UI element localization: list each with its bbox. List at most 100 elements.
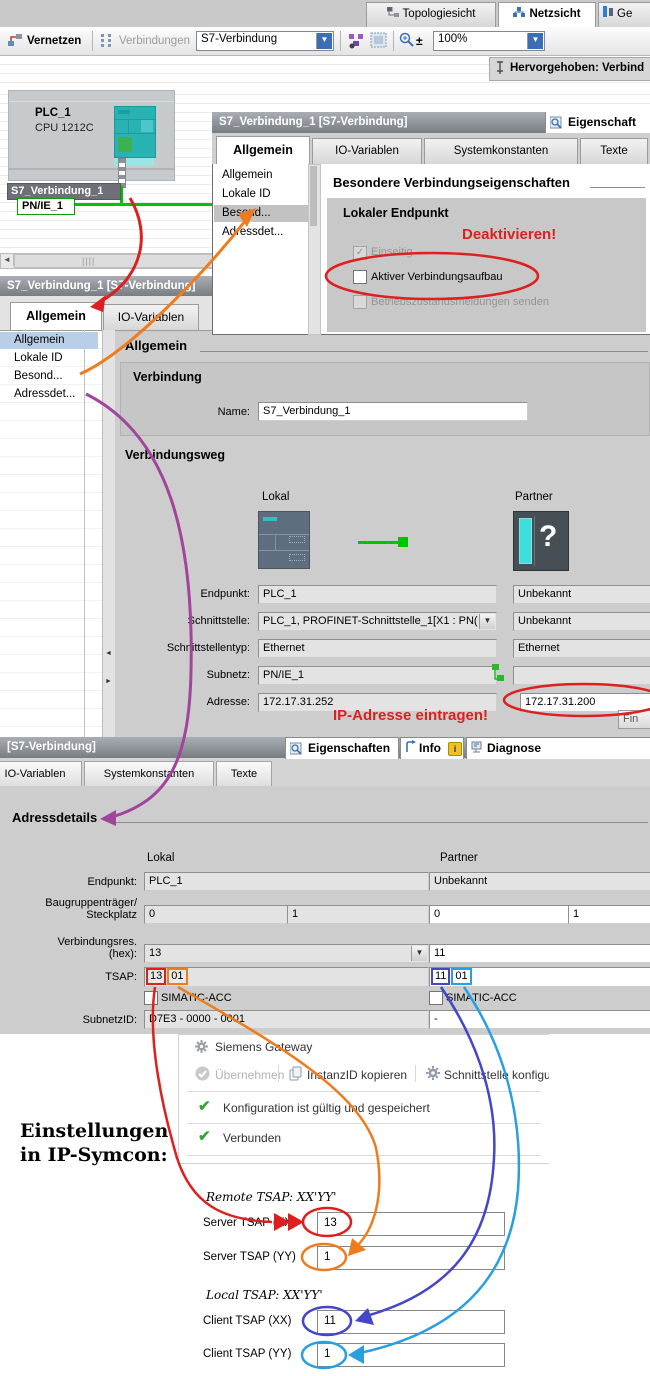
chevron-down-icon[interactable]: ▼ bbox=[316, 33, 332, 49]
remote-tsap-heading: Remote TSAP: XX'YY' bbox=[206, 1190, 336, 1204]
details-tab-texte[interactable]: Texte bbox=[216, 761, 272, 786]
overlay-properties-tab[interactable]: Eigenschaft bbox=[545, 112, 650, 133]
chevron-down-icon[interactable]: ▼ bbox=[527, 33, 543, 49]
name-input[interactable]: S7_Verbindung_1 bbox=[258, 402, 528, 421]
details-tab-eigenschaften[interactable]: Eigenschaften bbox=[285, 737, 399, 759]
zoom-level-dropdown[interactable]: 100% ▼ bbox=[433, 31, 545, 51]
apply-button[interactable]: Übernehmen bbox=[215, 1068, 284, 1082]
scroll-left-arrow[interactable]: ◄ bbox=[1, 254, 14, 266]
client-tsap-yy-input[interactable]: 1 bbox=[317, 1343, 505, 1367]
sidebar-item-besond[interactable]: Besond... bbox=[0, 368, 98, 385]
subnetz-local-field[interactable]: PN/IE_1 bbox=[258, 666, 497, 685]
subnetz-partner-field[interactable] bbox=[513, 666, 650, 685]
overlay-tab-texte[interactable]: Texte bbox=[580, 138, 648, 164]
connection-line-node bbox=[398, 537, 408, 547]
det-endpunkt-partner[interactable]: Unbekannt bbox=[429, 872, 650, 891]
tab-topologiesicht[interactable]: Topologiesicht bbox=[366, 2, 496, 27]
gateway-title: Siemens Gateway bbox=[215, 1040, 312, 1054]
server-tsap-yy-label: Server TSAP (YY) bbox=[203, 1251, 296, 1263]
det-res-partner[interactable]: 11 bbox=[429, 944, 650, 963]
verbindungen-icon[interactable] bbox=[99, 33, 113, 48]
vernetzen-icon[interactable] bbox=[7, 33, 23, 48]
details-tab-diagnose[interactable]: Diagnose bbox=[466, 737, 650, 759]
chevron-down-icon[interactable]: ▼ bbox=[411, 946, 427, 961]
vernetzen-button[interactable]: Vernetzen bbox=[27, 35, 81, 47]
network-view-icon bbox=[513, 7, 525, 17]
checkbox-simatic-acc-local[interactable] bbox=[144, 991, 158, 1005]
typ-partner-field[interactable]: Ethernet bbox=[513, 639, 650, 658]
chevron-down-icon[interactable]: ▼ bbox=[479, 614, 495, 629]
typ-local-field[interactable]: Ethernet bbox=[258, 639, 497, 658]
tab-netzsicht[interactable]: Netzsicht bbox=[498, 2, 596, 28]
tab-allgemein-main[interactable]: Allgemein bbox=[10, 302, 102, 330]
connection-type-dropdown[interactable]: S7-Verbindung ▼ bbox=[196, 31, 334, 51]
server-tsap-yy-input[interactable]: 1 bbox=[317, 1246, 505, 1270]
find-button[interactable]: Fin bbox=[618, 710, 650, 729]
topology-icon bbox=[387, 7, 399, 17]
overlay-nav-scrollbar[interactable] bbox=[308, 164, 321, 335]
overlay-tab-system[interactable]: Systemkonstanten bbox=[424, 138, 578, 164]
overlay-nav-allgemein[interactable]: Allgemein bbox=[222, 169, 273, 181]
ip-annotation: IP-Adresse eintragen! bbox=[333, 707, 488, 724]
tab-io-variablen-main[interactable]: IO-Variablen bbox=[103, 304, 199, 330]
det-slot-local[interactable]: 1 bbox=[287, 905, 429, 924]
details-tab-system[interactable]: Systemkonstanten bbox=[84, 761, 214, 786]
zoom-fit-icon[interactable]: ± bbox=[416, 34, 423, 48]
main-section-heading: Allgemein bbox=[125, 338, 187, 353]
client-tsap-xx-label: Client TSAP (XX) bbox=[203, 1315, 291, 1327]
info-icon bbox=[404, 740, 417, 755]
server-tsap-xx-input[interactable]: 13 bbox=[317, 1212, 505, 1236]
configure-interface-button[interactable]: Schnittstelle konfigu bbox=[444, 1068, 549, 1082]
main-nav-scrollbar[interactable]: ◄ ► bbox=[102, 330, 116, 737]
checkbox-aktiver-verbindungsaufbau[interactable] bbox=[353, 270, 367, 284]
show-connections-icon[interactable] bbox=[347, 32, 365, 49]
pin-icon[interactable] bbox=[495, 61, 505, 75]
gateway-panel: Siemens Gateway Übernehmen InstanzID kop… bbox=[178, 1034, 549, 1164]
overlay-tab-io[interactable]: IO-Variablen bbox=[312, 138, 422, 164]
zoom-icon[interactable] bbox=[399, 32, 415, 48]
overlay-tab-allgemein[interactable]: Allgemein bbox=[216, 136, 310, 164]
magnifier-icon bbox=[550, 115, 565, 130]
gateway-status-1: Konfiguration ist gültig und gespeichert bbox=[223, 1101, 430, 1115]
det-res-local-dropdown[interactable]: 13 ▼ bbox=[144, 944, 429, 963]
overlay-nav-besond[interactable]: Besond... bbox=[214, 205, 314, 222]
info-badge-icon: i bbox=[448, 742, 462, 756]
det-slot-partner[interactable]: 1 bbox=[568, 905, 650, 924]
client-tsap-xx-input[interactable]: 11 bbox=[317, 1310, 505, 1334]
det-tsap-partner[interactable]: 1101 bbox=[429, 967, 650, 987]
endpunkt-partner-field[interactable]: Unbekannt bbox=[513, 585, 650, 604]
det-rack-local[interactable]: 0 bbox=[144, 905, 289, 924]
symcon-caption-line2: in IP-Symcon: bbox=[20, 1144, 168, 1166]
endpunkt-local-field[interactable]: PLC_1 bbox=[258, 585, 497, 604]
details-tab-info[interactable]: Info i bbox=[400, 737, 464, 759]
details-tab-io[interactable]: IO-Variablen bbox=[0, 761, 82, 786]
scroll-thumb[interactable]: |||| bbox=[14, 254, 233, 268]
diagnose-icon bbox=[471, 741, 484, 755]
det-tsap-local[interactable]: 1301 bbox=[144, 967, 429, 987]
device-name: PLC_1 bbox=[35, 107, 71, 119]
det-rack-partner[interactable]: 0 bbox=[429, 905, 570, 924]
cpu-icon[interactable] bbox=[114, 106, 156, 158]
det-subnetzid-partner[interactable]: - bbox=[429, 1010, 650, 1029]
apply-icon bbox=[195, 1066, 210, 1081]
sidebar-item-lokale-id[interactable]: Lokale ID bbox=[0, 350, 98, 367]
details-section-heading: Adressdetails bbox=[12, 810, 97, 825]
sidebar-item-allgemein[interactable]: Allgemein bbox=[0, 332, 98, 349]
grid-icon[interactable] bbox=[370, 32, 388, 49]
schnittstelle-local-dropdown[interactable]: PLC_1, PROFINET-Schnittstelle_1[X1 : PN(… bbox=[258, 612, 497, 631]
checkbox-simatic-acc-partner[interactable] bbox=[429, 991, 443, 1005]
det-endpunkt-local[interactable]: PLC_1 bbox=[144, 872, 429, 891]
deaktivieren-annotation: Deaktivieren! bbox=[462, 226, 556, 243]
tsap-partner-xx: 11 bbox=[431, 968, 450, 985]
checkbox-einseitig[interactable]: ✓ bbox=[353, 246, 367, 260]
schnittstelle-partner-field[interactable]: Unbekannt bbox=[513, 612, 650, 631]
overlay-nav-adressdet[interactable]: Adressdet... bbox=[222, 226, 283, 238]
sidebar-item-adressdet[interactable]: Adressdet... bbox=[0, 386, 98, 403]
checkbox-betriebszustandsmeldungen[interactable] bbox=[353, 295, 367, 309]
tab-geraetesicht[interactable]: Ge bbox=[598, 2, 650, 27]
h-scrollbar[interactable]: ◄ |||| bbox=[0, 253, 235, 269]
subnet-label[interactable]: PN/IE_1 bbox=[17, 198, 75, 215]
det-subnetzid-local[interactable]: D7E3 - 0000 - 0001 bbox=[144, 1010, 429, 1029]
copy-instanceid-button[interactable]: InstanzID kopieren bbox=[307, 1068, 407, 1082]
overlay-nav-lokale-id[interactable]: Lokale ID bbox=[222, 188, 271, 200]
